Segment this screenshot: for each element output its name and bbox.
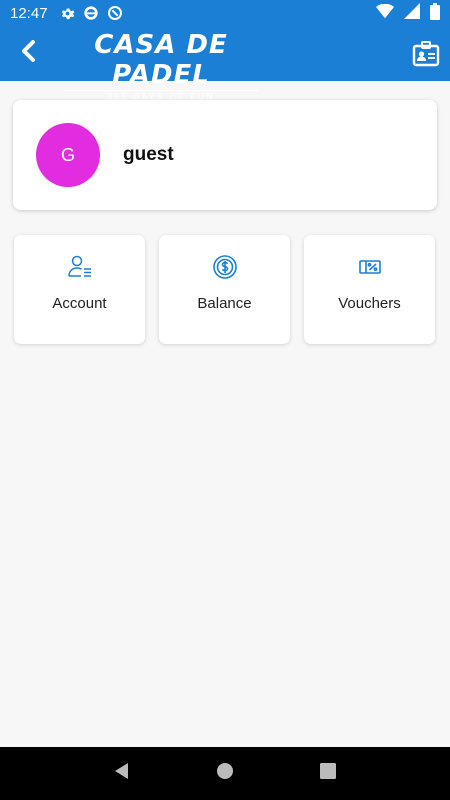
profile-card[interactable]: G guest: [13, 100, 437, 210]
status-right-group: [376, 2, 440, 24]
profile-name: guest: [123, 144, 174, 165]
account-tile[interactable]: Account: [14, 235, 145, 344]
user-list-icon: [66, 253, 94, 281]
status-time: 12:47: [10, 4, 48, 22]
chevron-left-icon: [19, 40, 37, 67]
account-label: Account: [52, 295, 107, 312]
app-notification-icon: [83, 5, 99, 21]
vouchers-label: Vouchers: [338, 295, 401, 312]
voucher-icon: [356, 253, 384, 281]
nav-home-button[interactable]: [205, 754, 245, 794]
status-bar: 12:47: [0, 0, 450, 26]
balance-tile[interactable]: Balance: [159, 235, 290, 344]
balance-label: Balance: [197, 295, 252, 312]
nav-back-button[interactable]: [102, 754, 142, 794]
brand-logo: CASA DE PADEL 365 DAYS OF FUN: [58, 30, 264, 103]
avatar: G: [36, 123, 100, 187]
system-nav-bar: [0, 747, 450, 800]
gear-icon: [60, 6, 75, 21]
do-not-disturb-icon: [107, 5, 123, 21]
signal-icon: [404, 3, 420, 23]
recents-square-icon: [320, 763, 337, 784]
id-card-button[interactable]: [412, 40, 440, 68]
brand-title: CASA DE PADEL: [94, 30, 228, 90]
nav-recents-button[interactable]: [308, 754, 348, 794]
home-circle-icon: [216, 762, 234, 785]
battery-icon: [430, 2, 440, 24]
app-bar: CASA DE PADEL 365 DAYS OF FUN: [0, 26, 450, 102]
brand-divider: [64, 90, 258, 91]
dollar-coin-icon: [211, 253, 239, 281]
back-triangle-icon: [113, 762, 131, 785]
back-button[interactable]: [0, 26, 56, 81]
vouchers-tile[interactable]: Vouchers: [304, 235, 435, 344]
id-card-icon: [412, 41, 440, 72]
wifi-icon: [376, 3, 394, 23]
